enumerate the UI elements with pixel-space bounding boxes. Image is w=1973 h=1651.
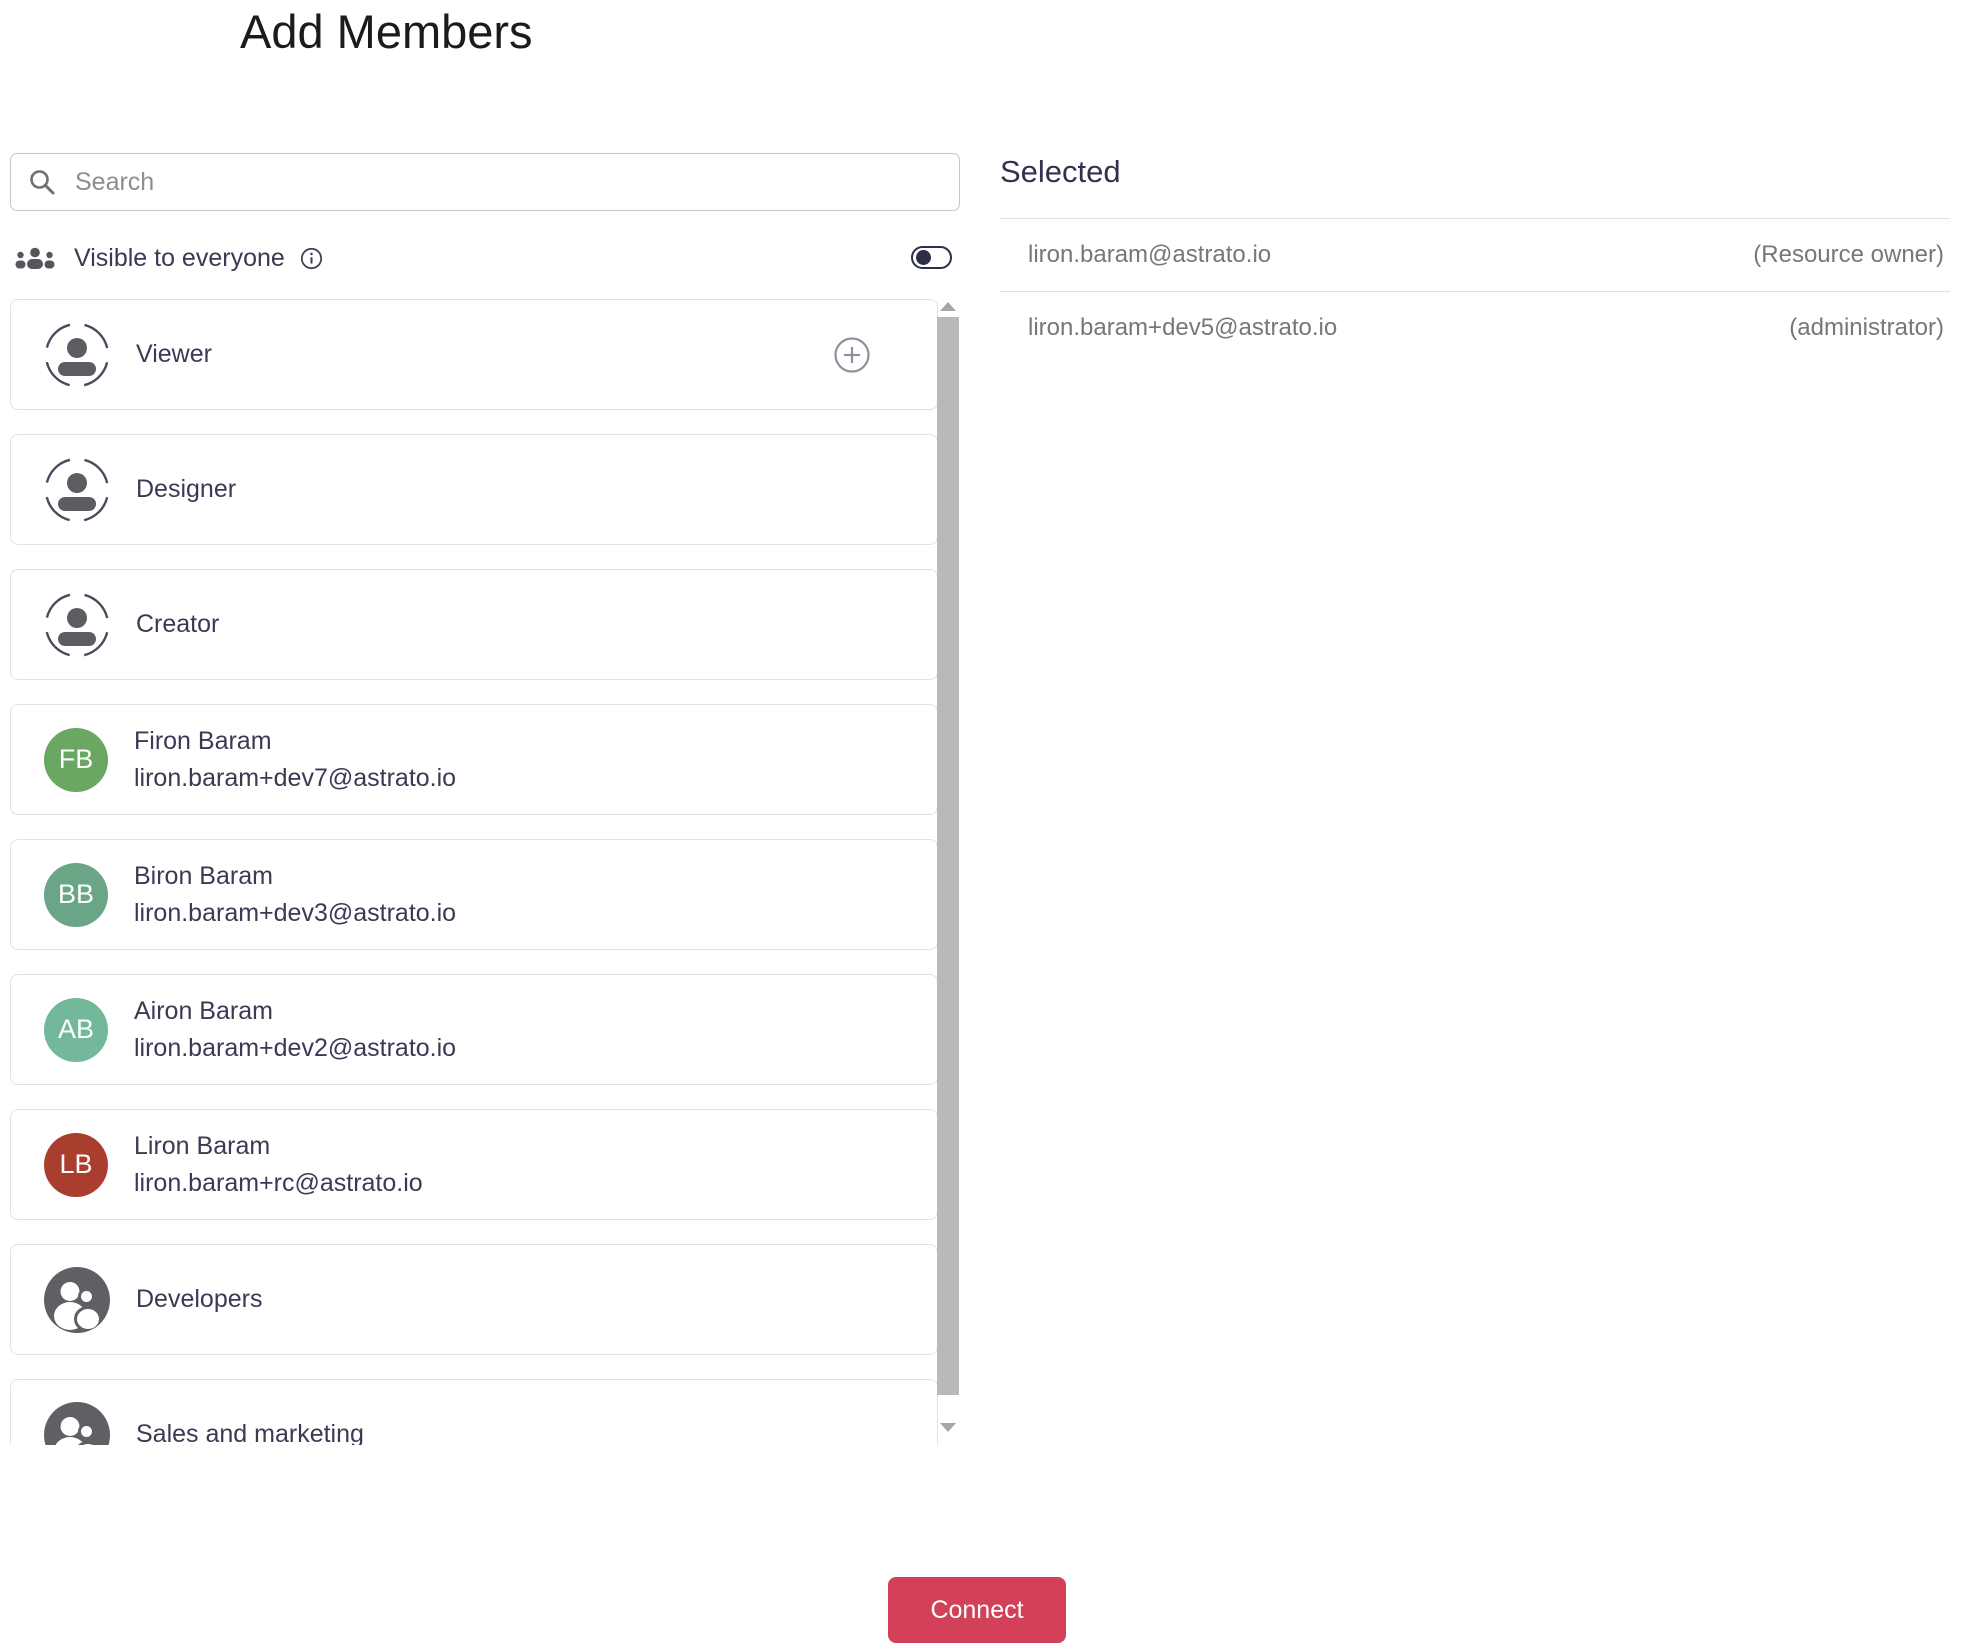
member-text: Biron Baram liron.baram+dev3@astrato.io	[134, 862, 456, 928]
member-name: Liron Baram	[134, 1131, 271, 1160]
member-name: Designer	[136, 475, 237, 503]
member-name: Viewer	[136, 340, 212, 368]
member-list: Viewer Designer Creator FB Firon Baram liron.…	[10, 299, 938, 1445]
search-input[interactable]	[73, 166, 943, 198]
member-name: Firon Baram	[134, 726, 272, 755]
visibility-row: Visible to everyone	[14, 238, 960, 278]
user-avatar: BB	[44, 862, 108, 927]
group-avatar-icon	[44, 1266, 110, 1333]
groups-icon	[14, 244, 56, 272]
group-avatar-icon	[44, 1401, 110, 1445]
selected-row[interactable]: liron.baram@astrato.io (Resource owner)	[1000, 218, 1950, 291]
scroll-down-arrow[interactable]	[940, 1423, 956, 1432]
user-avatar: LB	[44, 1132, 108, 1197]
member-text: Creator	[136, 610, 219, 639]
role-person-icon	[44, 592, 110, 658]
member-text: Viewer	[136, 340, 212, 369]
info-icon[interactable]	[299, 246, 324, 271]
role-person-icon	[44, 322, 110, 388]
member-email: liron.baram+rc@astrato.io	[134, 1168, 423, 1197]
member-text: Designer	[136, 475, 236, 504]
member-list-scrollbar[interactable]	[936, 299, 960, 1445]
toggle-knob	[916, 250, 931, 265]
member-card-airon-baram[interactable]: AB Airon Baram liron.baram+dev2@astrato.io	[10, 974, 938, 1085]
member-email: liron.baram+dev2@astrato.io	[134, 1033, 457, 1062]
selected-email: liron.baram@astrato.io	[1028, 241, 1272, 268]
member-text: Developers	[136, 1285, 262, 1314]
selected-row[interactable]: liron.baram+dev5@astrato.io (administrato…	[1000, 291, 1950, 364]
selected-role-label: (administrator)	[1789, 314, 1944, 341]
search-icon	[27, 167, 57, 197]
connect-button[interactable]: Connect	[888, 1577, 1066, 1643]
user-avatar: AB	[44, 997, 108, 1062]
member-name: Creator	[136, 610, 220, 638]
visibility-label: Visible to everyone	[74, 243, 285, 272]
member-card-sales-and-marketing[interactable]: Sales and marketing	[10, 1379, 938, 1445]
member-text: Sales and marketing	[136, 1420, 364, 1445]
search-box[interactable]	[10, 153, 960, 211]
member-card-firon-baram[interactable]: FB Firon Baram liron.baram+dev7@astrato.io	[10, 704, 938, 815]
selected-role-label: (Resource owner)	[1753, 241, 1944, 268]
user-avatar: FB	[44, 727, 108, 792]
visible-to-everyone-toggle[interactable]	[911, 246, 952, 269]
add-member-plus-button[interactable]	[833, 336, 871, 374]
selected-panel: Selected liron.baram@astrato.io (Resource…	[1000, 150, 1950, 364]
selected-heading: Selected	[1000, 154, 1121, 189]
member-email: liron.baram+dev7@astrato.io	[134, 763, 457, 792]
member-text: Firon Baram liron.baram+dev7@astrato.io	[134, 727, 456, 793]
scroll-up-arrow[interactable]	[940, 302, 956, 311]
member-card-viewer[interactable]: Viewer	[10, 299, 938, 410]
selected-email: liron.baram+dev5@astrato.io	[1028, 314, 1338, 341]
member-text: Airon Baram liron.baram+dev2@astrato.io	[134, 997, 456, 1063]
role-person-icon	[44, 457, 110, 523]
member-name: Sales and marketing	[136, 1420, 364, 1445]
selected-rows: liron.baram@astrato.io (Resource owner) li…	[1000, 218, 1950, 364]
member-name: Biron Baram	[134, 861, 273, 890]
member-card-creator[interactable]: Creator	[10, 569, 938, 680]
scrollbar-thumb[interactable]	[937, 317, 959, 1395]
member-name: Airon Baram	[134, 996, 273, 1025]
member-card-biron-baram[interactable]: BB Biron Baram liron.baram+dev3@astrato.io	[10, 839, 938, 950]
member-email: liron.baram+dev3@astrato.io	[134, 898, 457, 927]
member-card-liron-baram[interactable]: LB Liron Baram liron.baram+rc@astrato.io	[10, 1109, 938, 1220]
member-card-designer[interactable]: Designer	[10, 434, 938, 545]
member-text: Liron Baram liron.baram+rc@astrato.io	[134, 1132, 423, 1198]
member-card-developers[interactable]: Developers	[10, 1244, 938, 1355]
page-title: Add Members	[240, 5, 533, 58]
member-name: Developers	[136, 1285, 263, 1313]
